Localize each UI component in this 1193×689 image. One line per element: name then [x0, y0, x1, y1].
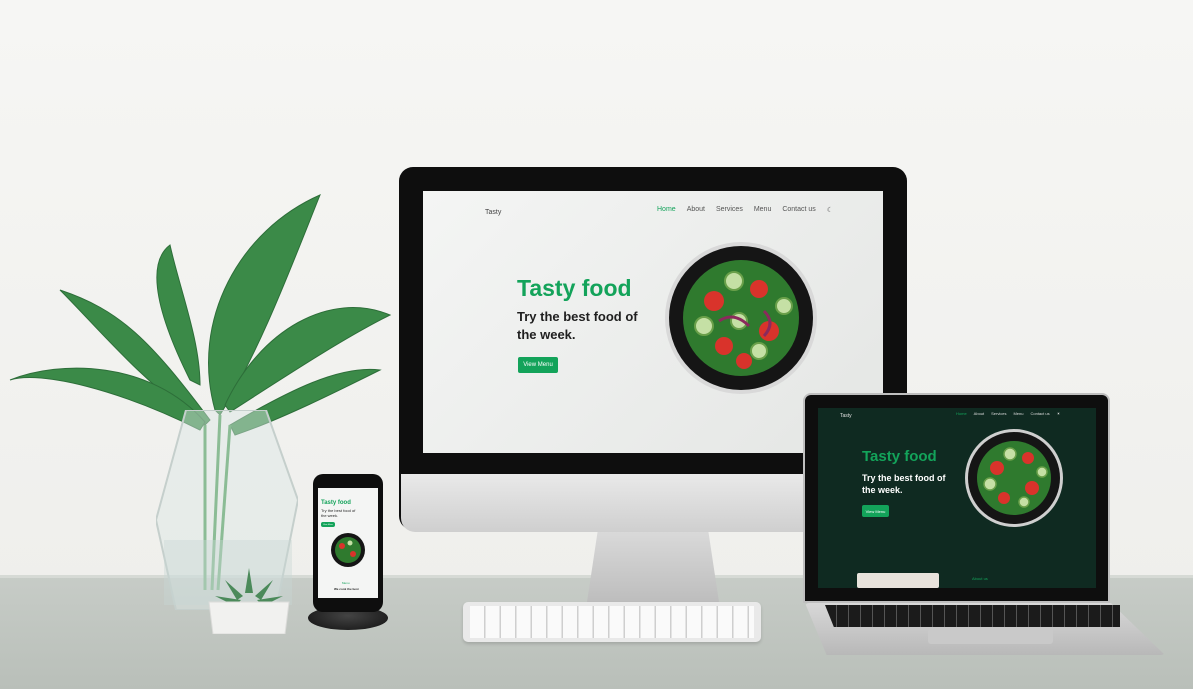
- laptop-hero-subtitle: Try the best food of the week.: [862, 473, 946, 496]
- phone-view-menu-button[interactable]: View Menu: [321, 522, 335, 527]
- site-logo[interactable]: Tasty: [485, 209, 501, 216]
- nav-services[interactable]: Services: [716, 206, 743, 214]
- laptop-site-nav: Home About Services Menu Contact us ☀: [956, 411, 1060, 416]
- laptop-view-menu-button[interactable]: View Menu: [862, 505, 889, 517]
- site-nav: Home About Services Menu Contact us ☾: [657, 206, 833, 214]
- succulent-pot: [208, 568, 290, 634]
- hero-title: Tasty food: [517, 275, 632, 301]
- theme-toggle-icon[interactable]: ☾: [827, 206, 833, 214]
- nav-about[interactable]: About: [687, 206, 705, 214]
- laptop-trackpad: [928, 628, 1053, 644]
- laptop-nav-menu[interactable]: Menu: [1013, 411, 1023, 416]
- laptop-nav-services[interactable]: Services: [991, 411, 1006, 416]
- laptop-section-label: About us: [972, 576, 988, 581]
- phone-hero-subtitle: Try the best food of the week.: [321, 508, 356, 519]
- keyboard-keys: [470, 606, 754, 638]
- nav-contact[interactable]: Contact us: [782, 206, 815, 214]
- salad-bowl-image: [665, 242, 817, 394]
- laptop-nav-home[interactable]: Home: [956, 411, 967, 416]
- laptop-nav-about[interactable]: About: [974, 411, 984, 416]
- phone-salad-image: [331, 533, 365, 567]
- laptop-about-image: [857, 573, 939, 588]
- view-menu-button[interactable]: View Menu: [518, 357, 558, 373]
- nav-home[interactable]: Home: [657, 206, 676, 214]
- laptop-nav-contact[interactable]: Contact us: [1030, 411, 1049, 416]
- laptop-theme-toggle-icon[interactable]: ☀: [1057, 411, 1061, 416]
- laptop-keyboard: [825, 605, 1120, 627]
- phone-section-label: Menu: [342, 581, 350, 585]
- phone-section-text: We cook the best: [334, 587, 359, 591]
- nav-menu[interactable]: Menu: [754, 206, 772, 214]
- laptop-screen: Tasty Home About Services Menu Contact u…: [818, 408, 1096, 588]
- laptop-hero-title: Tasty food: [862, 448, 937, 465]
- imac-stand: [587, 532, 719, 602]
- laptop-salad-image: [965, 429, 1063, 527]
- phone-screen: Tasty food Try the best food of the week…: [318, 488, 378, 598]
- hero-subtitle: Try the best food of the week.: [517, 309, 638, 342]
- phone-hero-title: Tasty food: [321, 500, 351, 506]
- laptop-site-logo[interactable]: Tasty: [840, 413, 852, 419]
